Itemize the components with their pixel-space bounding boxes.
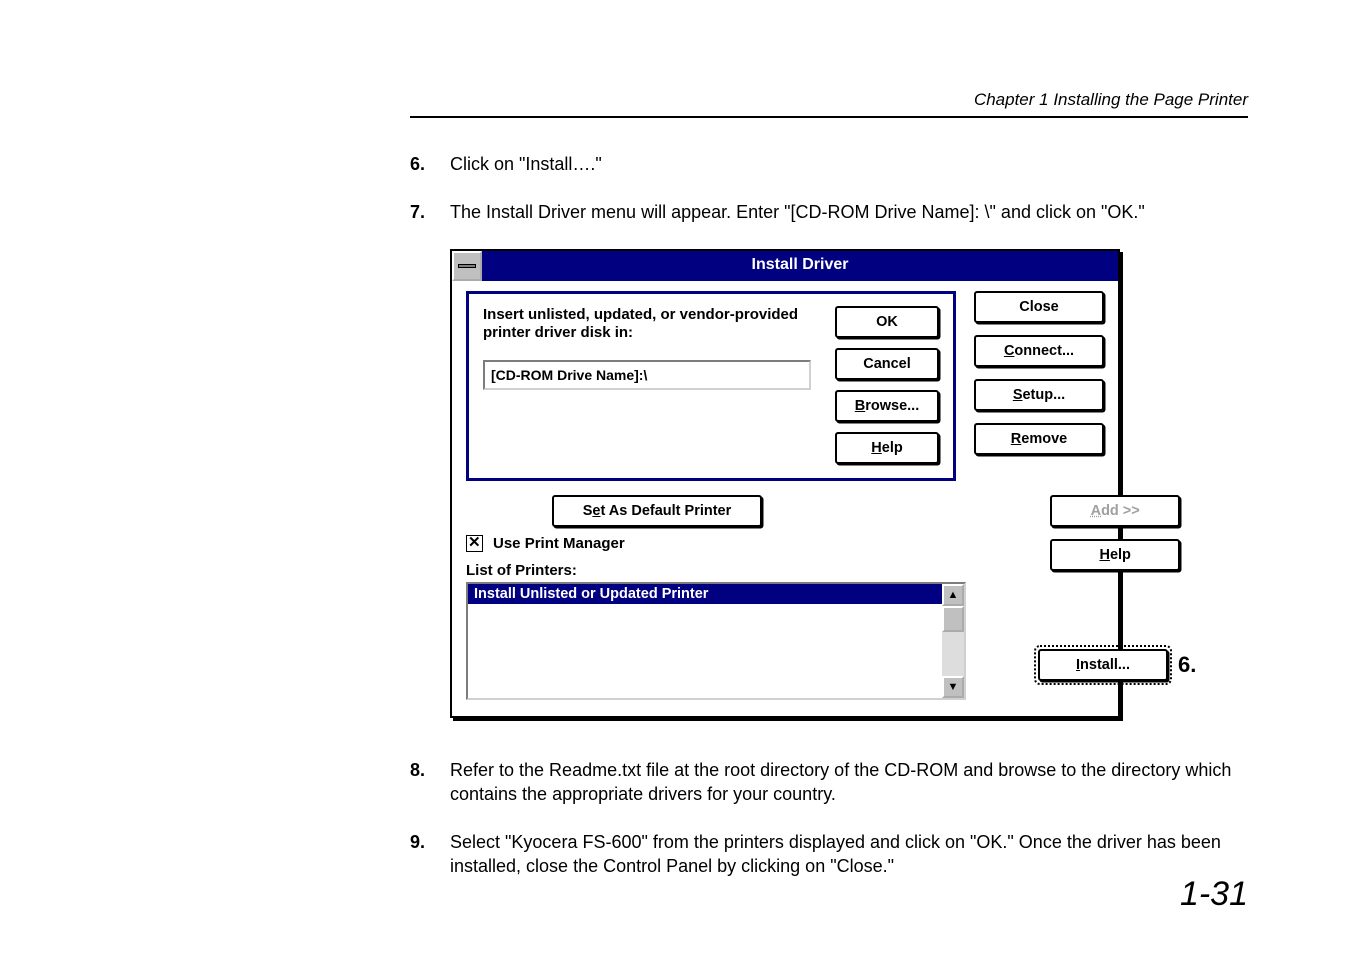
- printers-listbox[interactable]: Install Unlisted or Updated Printer ▲: [466, 582, 966, 700]
- scroll-up-button[interactable]: ▲: [942, 584, 964, 606]
- chapter-header: Chapter 1 Installing the Page Printer: [410, 90, 1248, 110]
- step-number: 7.: [410, 200, 450, 224]
- ok-button[interactable]: OK: [835, 306, 939, 338]
- help-button[interactable]: Help: [835, 432, 939, 464]
- setup-button[interactable]: Setup...: [974, 379, 1104, 411]
- listbox-scrollbar[interactable]: ▲ ▼: [942, 584, 964, 698]
- set-default-printer-button[interactable]: Set As Default Printer: [552, 495, 762, 527]
- close-button[interactable]: Close: [974, 291, 1104, 323]
- scroll-track[interactable]: [942, 606, 964, 676]
- header-rule: [410, 116, 1248, 118]
- dialog-area: Install Driver Insert unlisted, updated,…: [450, 249, 1248, 718]
- system-menu-icon: [458, 264, 476, 268]
- step-number: 6.: [410, 152, 450, 176]
- page-number: 1-31: [1180, 875, 1248, 914]
- use-print-manager-checkbox[interactable]: [466, 535, 483, 552]
- step-6: 6. Click on "Install….": [410, 152, 1248, 176]
- driver-path-input[interactable]: [483, 360, 811, 390]
- step-9: 9. Select "Kyocera FS-600" from the prin…: [410, 830, 1248, 879]
- step-text: Select "Kyocera FS-600" from the printer…: [450, 830, 1248, 879]
- printers-side-buttons: Close Connect... Setup... Remove: [974, 291, 1104, 467]
- list-of-printers-label: List of Printers:: [466, 562, 1016, 579]
- install-button[interactable]: Install...: [1038, 649, 1168, 681]
- step-7: 7. The Install Driver menu will appear. …: [410, 200, 1248, 224]
- titlebar: Install Driver: [452, 251, 1118, 281]
- connect-button[interactable]: Connect...: [974, 335, 1104, 367]
- install-highlight: Install...: [1034, 645, 1172, 685]
- use-print-manager-label: Use Print Manager: [493, 535, 625, 552]
- scroll-thumb[interactable]: [942, 606, 964, 632]
- help-button-side[interactable]: Help: [1050, 539, 1180, 571]
- browse-button[interactable]: Browse...: [835, 390, 939, 422]
- step-text: The Install Driver menu will appear. Ent…: [450, 200, 1248, 224]
- step-text: Click on "Install….": [450, 152, 1248, 176]
- insert-disk-label: Insert unlisted, updated, or vendor-prov…: [483, 306, 811, 342]
- add-button: Add >>: [1050, 495, 1180, 527]
- remove-button[interactable]: Remove: [974, 423, 1104, 455]
- step-number: 8.: [410, 758, 450, 807]
- step-text: Refer to the Readme.txt file at the root…: [450, 758, 1248, 807]
- install-driver-panel: Insert unlisted, updated, or vendor-prov…: [466, 291, 956, 481]
- use-print-manager-row[interactable]: Use Print Manager: [466, 535, 1016, 552]
- step-number: 9.: [410, 830, 450, 879]
- chevron-down-icon: ▼: [948, 681, 959, 693]
- system-menu-button[interactable]: [452, 251, 482, 281]
- window-body: Insert unlisted, updated, or vendor-prov…: [452, 281, 1118, 716]
- printers-window: Install Driver Insert unlisted, updated,…: [450, 249, 1120, 718]
- scroll-down-button[interactable]: ▼: [942, 676, 964, 698]
- callout-step-6: 6.: [1178, 652, 1196, 678]
- step-8: 8. Refer to the Readme.txt file at the r…: [410, 758, 1248, 807]
- cancel-button[interactable]: Cancel: [835, 348, 939, 380]
- chevron-up-icon: ▲: [948, 589, 959, 601]
- window-title: Install Driver: [482, 251, 1118, 281]
- list-item[interactable]: Install Unlisted or Updated Printer: [468, 584, 942, 604]
